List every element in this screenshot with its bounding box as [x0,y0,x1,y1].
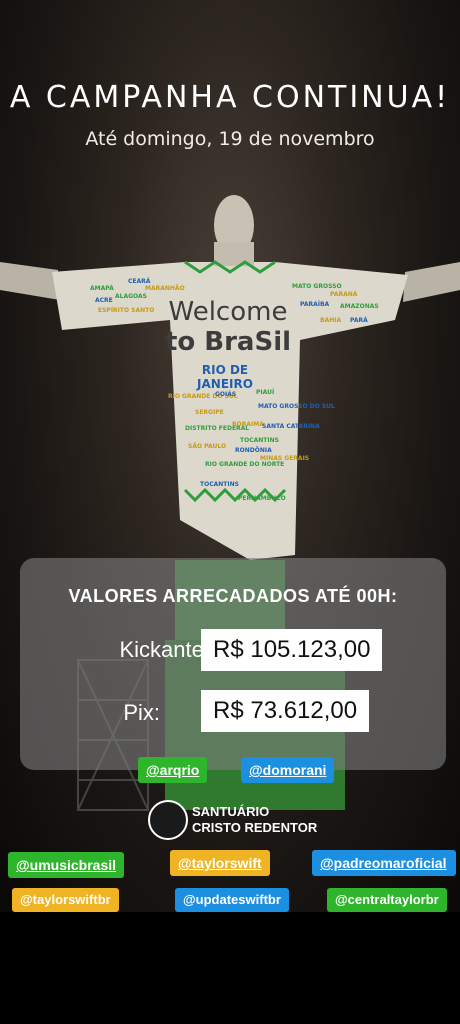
state-label-body: MATO GROSSO DO SUL [258,403,335,410]
state-label-right: PARANÁ [330,291,358,298]
kickante-value: R$ 105.123,00 [201,629,383,671]
state-label-body: SANTA CATARINA [262,423,320,430]
tag-umusicbrasil[interactable]: @umusicbrasil [8,852,125,878]
logo-line2: CRISTO REDENTOR [192,820,318,835]
state-label-body: GOIÁS [215,391,236,398]
kickante-label: Kickante: [119,637,211,662]
state-label-left: ACRE [95,297,113,304]
page-subtitle: Até domingo, 19 de novembro [85,128,375,150]
state-label-right: PARÁ [350,317,368,324]
to-brasil-text: to BraSil [165,327,291,357]
state-label-right: MATO GROSSO [292,283,342,290]
state-label-right: BAHIA [320,317,341,324]
bottom-black-band [0,912,460,1024]
state-label-left: ESPÍRITO SANTO [98,306,154,314]
tag-taylorswift[interactable]: @taylorswift [170,850,270,876]
pix-label: Pix: [123,700,160,725]
pix-value: R$ 73.612,00 [201,690,370,732]
janeiro-text: JANEIRO [196,377,253,391]
tag-taylorswiftbr[interactable]: @taylorswiftbr [12,888,119,912]
tag-centraltaylorbr[interactable]: @centraltaylorbr [327,888,447,912]
state-label-body: RONDÔNIA [235,447,272,454]
state-label-left: MARANHÃO [145,285,185,292]
logo-line1: SANTUÁRIO [192,804,270,819]
santuario-logo-icon [148,800,188,840]
state-label-body: TOCANTINS [240,437,279,444]
state-label-right: AMAZONAS [340,303,379,310]
welcome-text: Welcome [169,297,288,327]
story-canvas: Welcome to BraSil RIO DE JANEIRO CEARÁ AM… [0,0,460,1024]
right-arm [403,262,460,302]
tag-padreomaroficial[interactable]: @padreomaroficial [312,850,456,876]
tag-updateswiftbr[interactable]: @updateswiftbr [175,888,289,912]
state-label-body: PIAUÍ [256,388,275,396]
state-label-body: TOCANTINS [200,481,239,488]
state-label-body: RORAIMA [232,421,264,428]
state-label-right: PARAÍBA [300,300,330,308]
rio-text: RIO DE [202,363,248,377]
donations-panel: VALORES ARRECADADOS ATÉ 00H: Kickante: R… [20,558,446,770]
tag-domorani[interactable]: @domorani [241,757,335,783]
page-title: A CAMPANHA CONTINUA! [9,80,451,115]
state-label-body: RIO GRANDE DO NORTE [205,461,284,468]
left-arm [0,262,60,300]
state-label-left: CEARÁ [128,278,151,285]
state-label-body: SERGIPE [195,409,224,416]
santuario-logo-text: SANTUÁRIO CRISTO REDENTOR [192,804,317,836]
state-label-left: AMAPÁ [90,285,114,292]
tag-arqrio[interactable]: @arqrio [138,757,208,783]
state-label-body: SÃO PAULO [188,443,226,450]
state-label-left: ALAGOAS [115,293,147,300]
state-label-body: MINAS GERAIS [260,455,309,462]
donations-title: VALORES ARRECADADOS ATÉ 00H: [68,586,398,606]
state-label-body: PERNAMBUCO [238,495,286,502]
